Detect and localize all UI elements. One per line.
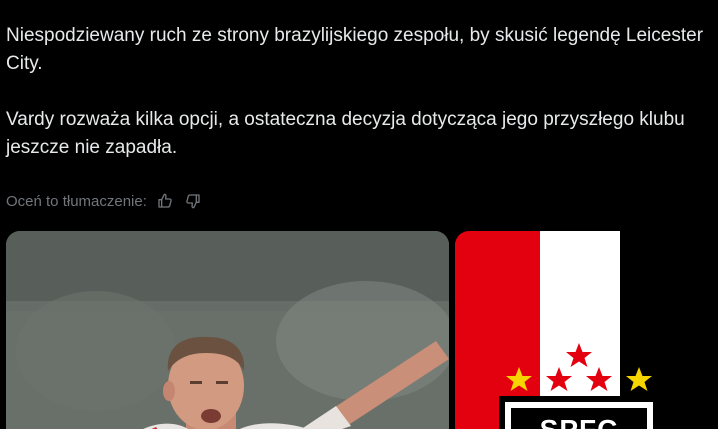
tweet-paragraph-2: Vardy rozważa kilka opcji, a ostateczna … xyxy=(6,109,685,158)
svg-text:SPFC: SPFC xyxy=(540,414,619,429)
thumbs-down-icon[interactable] xyxy=(183,191,203,211)
tweet-post: Niespodziewany ruch ze strony brazylijsk… xyxy=(0,0,718,429)
media-photo-player[interactable] xyxy=(6,231,449,429)
translation-rating: Oceń to tłumaczenie: xyxy=(6,190,203,212)
media-club-crest[interactable]: SPFC xyxy=(455,231,703,429)
player-photo-illustration xyxy=(6,231,449,429)
tweet-text: Niespodziewany ruch ze strony brazylijsk… xyxy=(6,22,712,162)
club-crest-illustration: SPFC xyxy=(455,231,703,429)
translation-rating-label: Oceń to tłumaczenie: xyxy=(6,192,147,210)
tweet-paragraph-1: Niespodziewany ruch ze strony brazylijsk… xyxy=(6,25,704,74)
thumbs-up-icon[interactable] xyxy=(155,191,175,211)
